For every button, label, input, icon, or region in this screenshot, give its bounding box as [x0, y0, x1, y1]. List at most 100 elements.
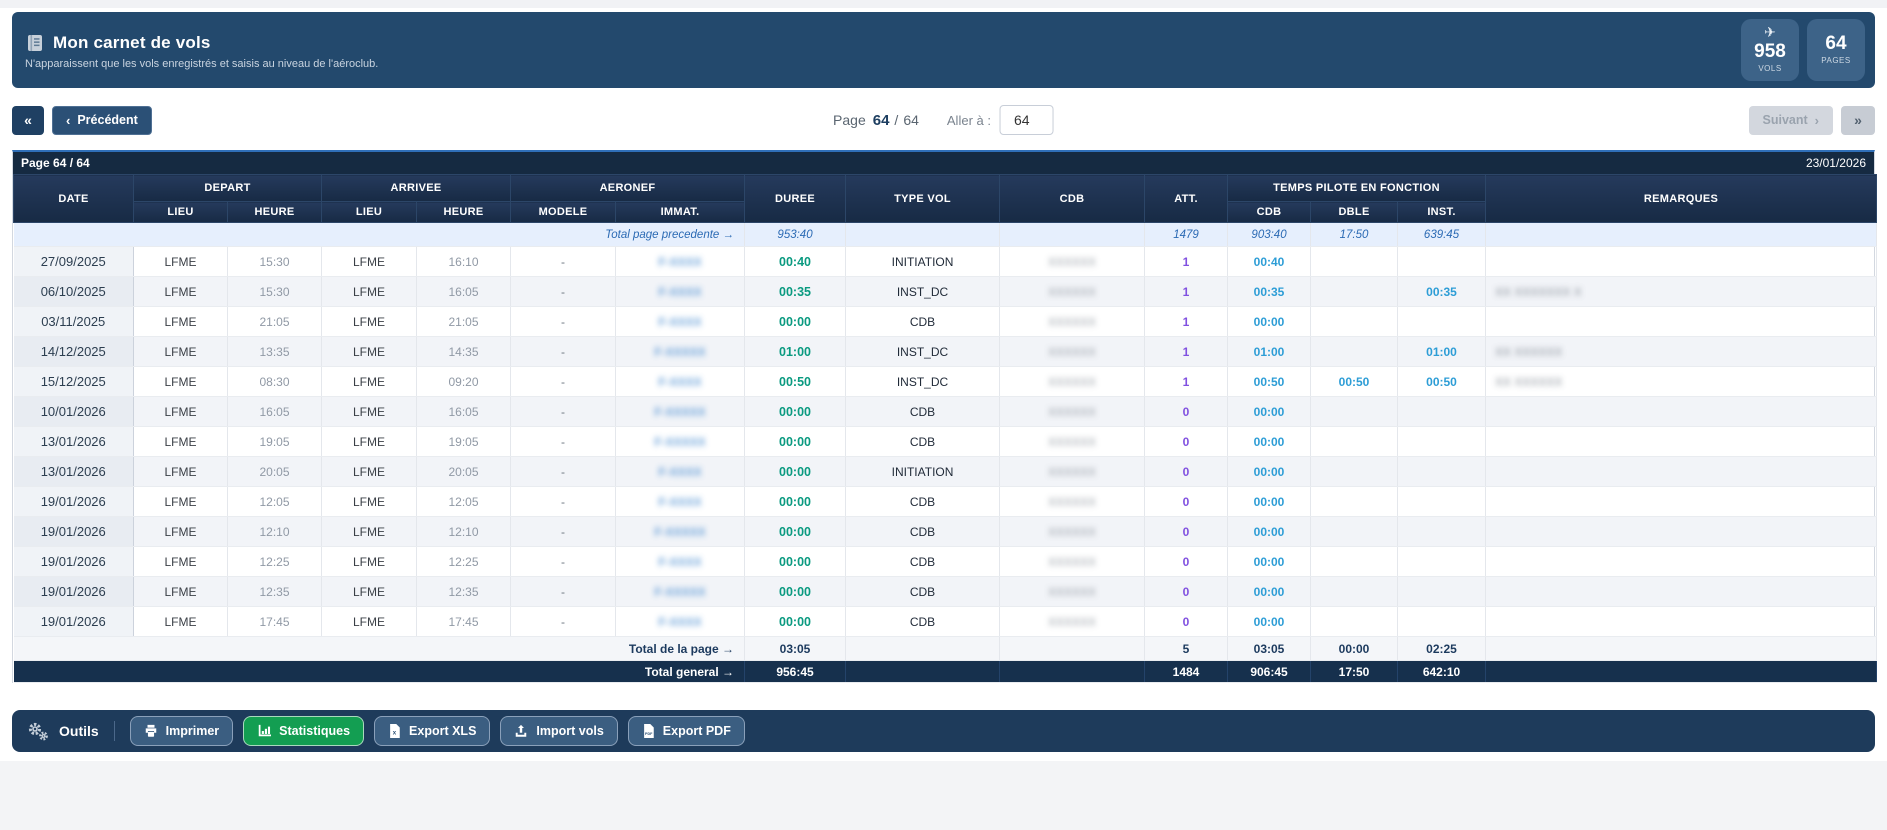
cell-date: 13/01/2026	[14, 457, 134, 487]
cell-immat-link[interactable]: F-XXXXX	[616, 577, 745, 607]
export-xls-button[interactable]: x Export XLS	[374, 716, 490, 746]
cell-tpf-cdb: 00:00	[1228, 547, 1311, 577]
grand-total-label: Total general →	[14, 661, 745, 683]
cell-inst	[1398, 517, 1486, 547]
cell-remarque	[1486, 517, 1877, 547]
chevron-left-icon: ‹	[66, 113, 70, 128]
page-separator: /	[894, 112, 898, 128]
cell-inst	[1398, 487, 1486, 517]
cell-modele: -	[511, 427, 616, 457]
col-header-inst: INST.	[1398, 202, 1486, 223]
cell-depart-lieu: LFME	[134, 307, 228, 337]
chevron-right-icon: ›	[1815, 113, 1819, 128]
table-date: 23/01/2026	[1806, 156, 1866, 170]
cell-immat-link[interactable]: F-XXXXX	[616, 337, 745, 367]
cell-immat-link[interactable]: F-XXXX	[616, 247, 745, 277]
cell-type-vol: CDB	[846, 307, 1000, 337]
cell-arrivee-lieu: LFME	[322, 337, 417, 367]
cell-arrivee-heure: 12:35	[417, 577, 511, 607]
cell-cdb: XXXXXX	[1000, 397, 1145, 427]
cell-depart-lieu: LFME	[134, 427, 228, 457]
cell-att: 1	[1145, 277, 1228, 307]
cell-duree: 00:00	[745, 577, 846, 607]
flight-row: 15/12/2025 LFME 08:30 LFME 09:20 - F-XXX…	[14, 367, 1877, 397]
cell-immat-link[interactable]: F-XXXX	[616, 457, 745, 487]
cell-immat-link[interactable]: F-XXXX	[616, 607, 745, 637]
pages-count-badge: 64 PAGES	[1807, 19, 1865, 81]
cell-duree: 01:00	[745, 337, 846, 367]
cell-remarque: XX XXXXXX	[1486, 337, 1877, 367]
page-header: Mon carnet de vols N'apparaissent que le…	[12, 12, 1875, 88]
cell-arrivee-lieu: LFME	[322, 397, 417, 427]
cell-depart-heure: 12:05	[228, 487, 322, 517]
cell-arrivee-heure: 12:05	[417, 487, 511, 517]
cell-dble	[1311, 607, 1398, 637]
flight-row: 19/01/2026 LFME 12:10 LFME 12:10 - F-XXX…	[14, 517, 1877, 547]
col-header-lieu-depart: LIEU	[134, 202, 228, 223]
col-header-tpf-cdb: CDB	[1228, 202, 1311, 223]
cell-modele: -	[511, 337, 616, 367]
first-page-button[interactable]: «	[12, 106, 44, 135]
grand-total-inst: 642:10	[1398, 661, 1486, 683]
cell-arrivee-heure: 21:05	[417, 307, 511, 337]
cell-immat-link[interactable]: F-XXXX	[616, 307, 745, 337]
previous-page-label: Précédent	[77, 113, 137, 127]
cell-depart-lieu: LFME	[134, 277, 228, 307]
cell-depart-heure: 17:45	[228, 607, 322, 637]
file-pdf-icon: PDF	[642, 724, 655, 738]
cell-arrivee-heure: 14:35	[417, 337, 511, 367]
cell-inst	[1398, 577, 1486, 607]
cell-tpf-cdb: 00:00	[1228, 577, 1311, 607]
bar-chart-icon	[257, 724, 271, 738]
goto-page-input[interactable]	[1000, 105, 1054, 135]
cell-cdb: XXXXXX	[1000, 277, 1145, 307]
cell-arrivee-lieu: LFME	[322, 457, 417, 487]
cell-modele: -	[511, 307, 616, 337]
export-pdf-button[interactable]: PDF Export PDF	[628, 716, 745, 746]
next-page-button[interactable]: Suivant ›	[1749, 106, 1834, 135]
cell-depart-lieu: LFME	[134, 337, 228, 367]
import-flights-button[interactable]: Import vols	[500, 716, 617, 746]
col-group-temps-pilote: TEMPS PILOTE EN FONCTION	[1228, 175, 1486, 202]
cell-immat-link[interactable]: F-XXXXX	[616, 427, 745, 457]
cell-depart-heure: 08:30	[228, 367, 322, 397]
cell-att: 0	[1145, 487, 1228, 517]
last-page-button[interactable]: »	[1841, 106, 1875, 135]
cell-date: 06/10/2025	[14, 277, 134, 307]
cell-duree: 00:00	[745, 457, 846, 487]
cell-duree: 00:00	[745, 517, 846, 547]
cell-date: 19/01/2026	[14, 607, 134, 637]
cell-dble	[1311, 397, 1398, 427]
cell-date: 03/11/2025	[14, 307, 134, 337]
col-header-cdb: CDB	[1000, 175, 1145, 223]
cell-tpf-cdb: 00:00	[1228, 457, 1311, 487]
goto-page-label: Aller à :	[947, 113, 991, 128]
statistics-button[interactable]: Statistiques	[243, 716, 364, 746]
cell-arrivee-lieu: LFME	[322, 487, 417, 517]
cell-duree: 00:35	[745, 277, 846, 307]
cell-type-vol: CDB	[846, 607, 1000, 637]
page-total-att: 5	[1145, 637, 1228, 661]
tools-label-text: Outils	[59, 723, 99, 739]
cell-att: 0	[1145, 427, 1228, 457]
cell-remarque	[1486, 427, 1877, 457]
cell-immat-link[interactable]: F-XXXX	[616, 367, 745, 397]
cell-tpf-cdb: 00:00	[1228, 427, 1311, 457]
cell-att: 1	[1145, 367, 1228, 397]
print-button[interactable]: Imprimer	[130, 716, 234, 746]
cell-immat-link[interactable]: F-XXXX	[616, 547, 745, 577]
col-group-aeronef: AERONEF	[511, 175, 745, 202]
cell-depart-lieu: LFME	[134, 517, 228, 547]
cell-immat-link[interactable]: F-XXXXX	[616, 517, 745, 547]
cell-depart-heure: 19:05	[228, 427, 322, 457]
cell-inst	[1398, 457, 1486, 487]
cell-att: 0	[1145, 457, 1228, 487]
cell-tpf-cdb: 00:00	[1228, 517, 1311, 547]
cell-immat-link[interactable]: F-XXXXX	[616, 397, 745, 427]
cell-immat-link[interactable]: F-XXXX	[616, 487, 745, 517]
cell-immat-link[interactable]: F-XXXX	[616, 277, 745, 307]
cell-cdb: XXXXXX	[1000, 427, 1145, 457]
cell-inst	[1398, 427, 1486, 457]
previous-page-button[interactable]: ‹ Précédent	[52, 106, 152, 135]
cell-tpf-cdb: 00:40	[1228, 247, 1311, 277]
